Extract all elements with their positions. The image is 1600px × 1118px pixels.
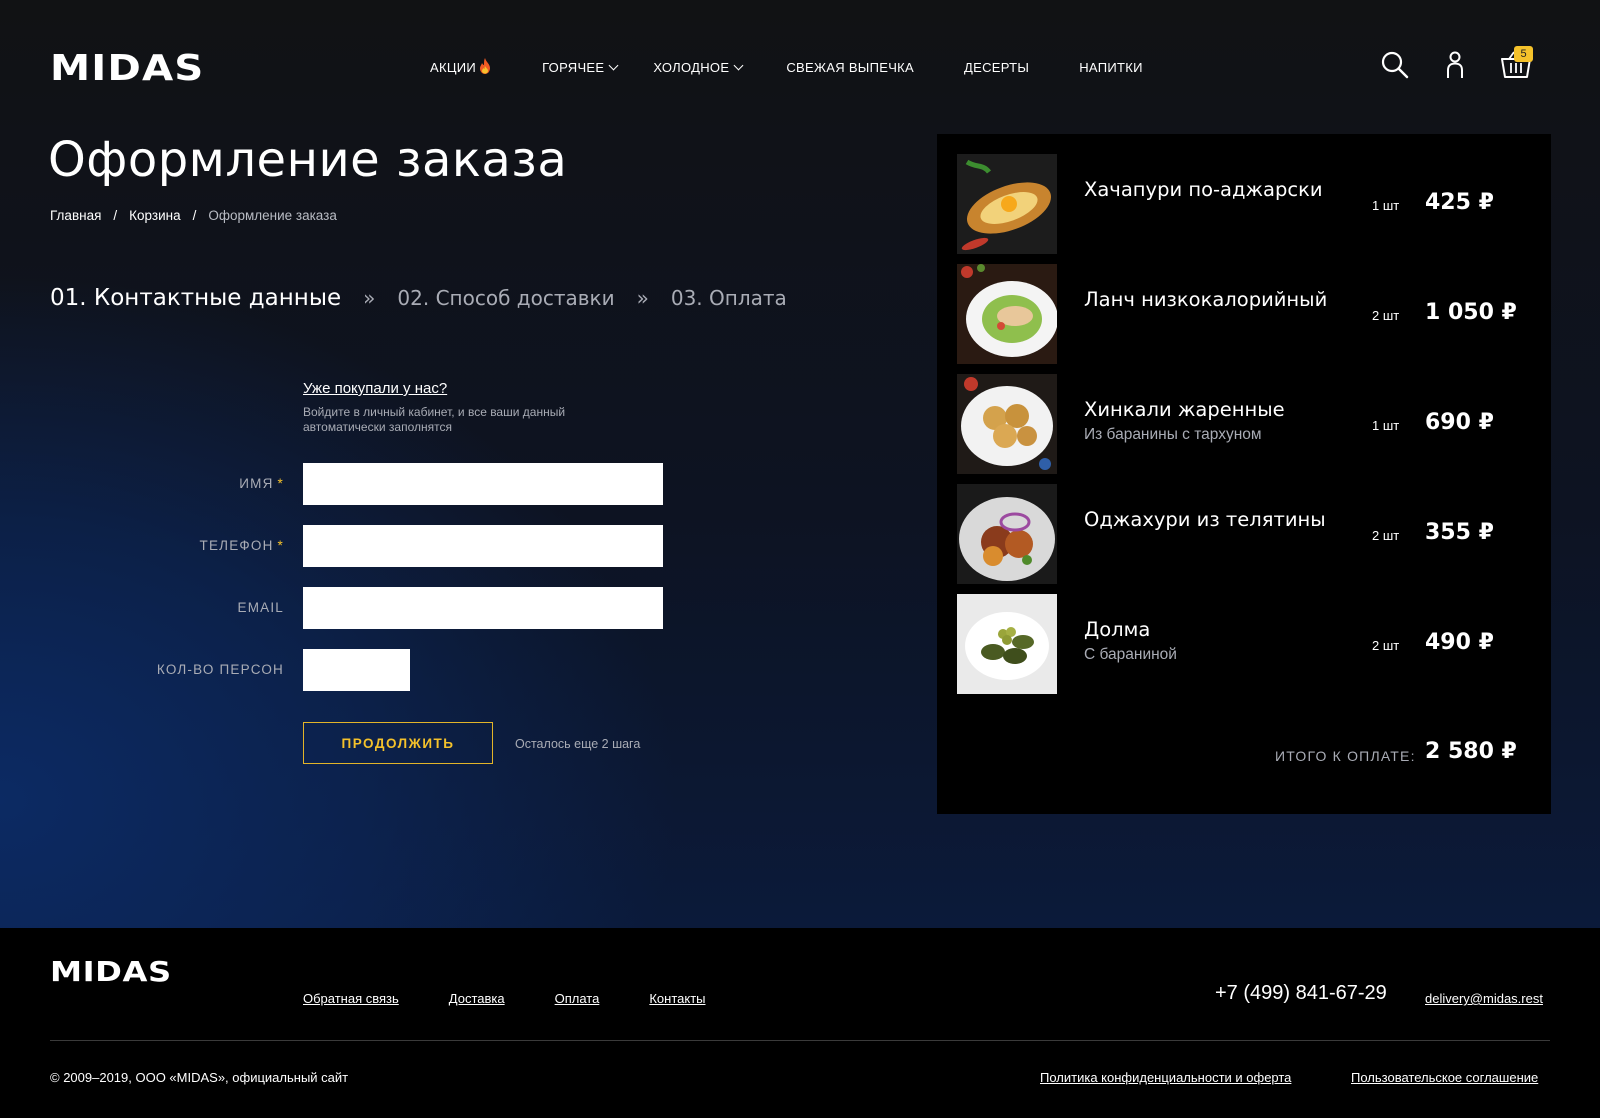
breadcrumb-separator: / [192, 208, 197, 223]
step-separator: » [636, 286, 649, 310]
cart-item: Ланч низкокалорийный 2 шт 1 050 ₽ [957, 264, 1547, 364]
dish-image [957, 484, 1057, 584]
total-label: ИТОГО К ОПЛАТЕ: [1275, 748, 1416, 764]
nav-item-label: СВЕЖАЯ ВЫПЕЧКА [786, 60, 915, 75]
item-qty: 2 шт [1372, 638, 1400, 653]
chevron-down-icon [733, 60, 744, 71]
breadcrumb-home[interactable]: Главная [50, 208, 101, 223]
footer-logo[interactable]: MIDAS [50, 955, 172, 988]
breadcrumb-cart[interactable]: Корзина [129, 208, 180, 223]
name-label: ИМЯ * [239, 476, 284, 491]
nav-item-promo[interactable]: АКЦИИ [430, 58, 492, 77]
footer-link-contacts[interactable]: Контакты [649, 991, 705, 1006]
breadcrumb-current: Оформление заказа [208, 208, 337, 223]
footer-phone[interactable]: +7 (499) 841-67-29 [1215, 982, 1387, 1005]
item-price: 1 050 ₽ [1425, 300, 1517, 325]
phone-label-text: ТЕЛЕФОН [199, 538, 274, 553]
email-label-text: EMAIL [237, 600, 284, 615]
nav-item-drinks[interactable]: НАПИТКИ [1079, 58, 1143, 77]
order-summary-panel: Хачапури по-аджарски 1 шт 425 ₽ Ланч низ… [937, 134, 1551, 814]
footer-link-delivery[interactable]: Доставка [449, 991, 505, 1006]
footer-divider [50, 1040, 1550, 1041]
phone-input[interactable] [303, 525, 663, 567]
required-mark: * [277, 476, 284, 491]
nav-item-label: ХОЛОДНОЕ [653, 60, 730, 75]
item-qty: 1 шт [1372, 418, 1400, 433]
phone-label: ТЕЛЕФОН * [200, 538, 285, 553]
user-icon[interactable] [1440, 50, 1470, 80]
dish-image [957, 154, 1057, 254]
login-hint: Войдите в личный кабинет, и все ваши дан… [303, 405, 566, 434]
nav-item-cold[interactable]: ХОЛОДНОЕ [653, 58, 744, 77]
item-price: 490 ₽ [1425, 630, 1494, 655]
copyright: © 2009–2019, ООО «MIDAS», официальный са… [50, 1070, 349, 1085]
persons-label-text: КОЛ-ВО ПЕРСОН [156, 662, 284, 677]
steps-remaining-text: Осталось еще 2 шага [515, 737, 641, 751]
item-name: Хинкали жаренные [1084, 398, 1285, 421]
cart-item: Долма С бараниной 2 шт 490 ₽ [957, 594, 1547, 694]
step-contacts: 01. Контактные данные [50, 285, 342, 311]
footer-link-feedback[interactable]: Обратная связь [303, 991, 399, 1006]
item-price: 690 ₽ [1425, 410, 1494, 435]
checkout-steps: 01. Контактные данные » 02. Способ доста… [50, 285, 787, 311]
user-agreement-link[interactable]: Пользовательское соглашение [1351, 1070, 1538, 1085]
chevron-down-icon [608, 60, 619, 71]
item-description: Из баранины с тархуном [1084, 426, 1262, 443]
email-label: EMAIL [237, 600, 284, 615]
item-description: С бараниной [1084, 646, 1177, 663]
page-background: MIDAS АКЦИИ ГОРЯЧЕЕ ХОЛОДНОЕ СВЕЖАЯ ВЫПЕ… [0, 0, 1600, 928]
dish-image [957, 264, 1057, 364]
nav-item-label: ГОРЯЧЕЕ [542, 60, 605, 75]
footer-email[interactable]: delivery@midas.rest [1425, 991, 1543, 1006]
item-price: 355 ₽ [1425, 520, 1494, 545]
cart-item: Хинкали жаренные Из баранины с тархуном … [957, 374, 1547, 474]
main-nav: АКЦИИ ГОРЯЧЕЕ ХОЛОДНОЕ СВЕЖАЯ ВЫПЕЧКА ДЕ… [430, 58, 1143, 77]
nav-item-bakery[interactable]: СВЕЖАЯ ВЫПЕЧКА [786, 58, 914, 77]
persons-input[interactable] [303, 649, 410, 691]
footer-nav: Обратная связь Доставка Оплата Контакты [303, 991, 756, 1006]
breadcrumb: Главная / Корзина / Оформление заказа [50, 208, 337, 223]
dish-image [957, 594, 1057, 694]
name-label-text: ИМЯ [239, 476, 274, 491]
cart-button[interactable]: 5 [1500, 46, 1533, 80]
total-value: 2 580 ₽ [1425, 739, 1517, 764]
dish-image [957, 374, 1057, 474]
item-price: 425 ₽ [1425, 190, 1494, 215]
required-mark: * [277, 538, 284, 553]
item-name: Долма [1084, 618, 1151, 641]
nav-item-label: АКЦИИ [430, 60, 477, 75]
item-qty: 2 шт [1372, 308, 1400, 323]
persons-label: КОЛ-ВО ПЕРСОН [157, 662, 284, 677]
email-input[interactable] [303, 587, 663, 629]
footer-link-payment[interactable]: Оплата [555, 991, 600, 1006]
search-icon[interactable] [1380, 50, 1410, 80]
logo[interactable]: MIDAS [50, 48, 204, 89]
fire-icon [478, 58, 492, 77]
item-name: Ланч низкокалорийный [1084, 288, 1328, 311]
footer: MIDAS Обратная связь Доставка Оплата Кон… [0, 928, 1600, 1118]
page-title: Оформление заказа [48, 132, 568, 188]
item-qty: 1 шт [1372, 198, 1400, 213]
item-qty: 2 шт [1372, 528, 1400, 543]
cart-item: Хачапури по-аджарски 1 шт 425 ₽ [957, 154, 1547, 254]
breadcrumb-separator: / [113, 208, 118, 223]
nav-item-label: НАПИТКИ [1079, 60, 1143, 75]
already-customer-link[interactable]: Уже покупали у нас? [303, 380, 447, 397]
cart-item: Оджахури из телятины 2 шт 355 ₽ [957, 484, 1547, 584]
nav-item-hot[interactable]: ГОРЯЧЕЕ [542, 58, 619, 77]
item-name: Хачапури по-аджарски [1084, 178, 1323, 201]
privacy-policy-link[interactable]: Политика конфиденциальности и оферта [1040, 1070, 1291, 1085]
item-name: Оджахури из телятины [1084, 508, 1326, 531]
step-delivery: 02. Способ доставки [397, 286, 615, 310]
step-separator: » [363, 286, 376, 310]
cart-count-badge: 5 [1514, 46, 1533, 62]
name-input[interactable] [303, 463, 663, 505]
continue-button[interactable]: ПРОДОЛЖИТЬ [303, 722, 493, 764]
nav-item-desserts[interactable]: ДЕСЕРТЫ [964, 58, 1029, 77]
step-payment: 03. Оплата [670, 286, 787, 310]
nav-item-label: ДЕСЕРТЫ [964, 60, 1030, 75]
header-icons: 5 [1380, 46, 1560, 80]
